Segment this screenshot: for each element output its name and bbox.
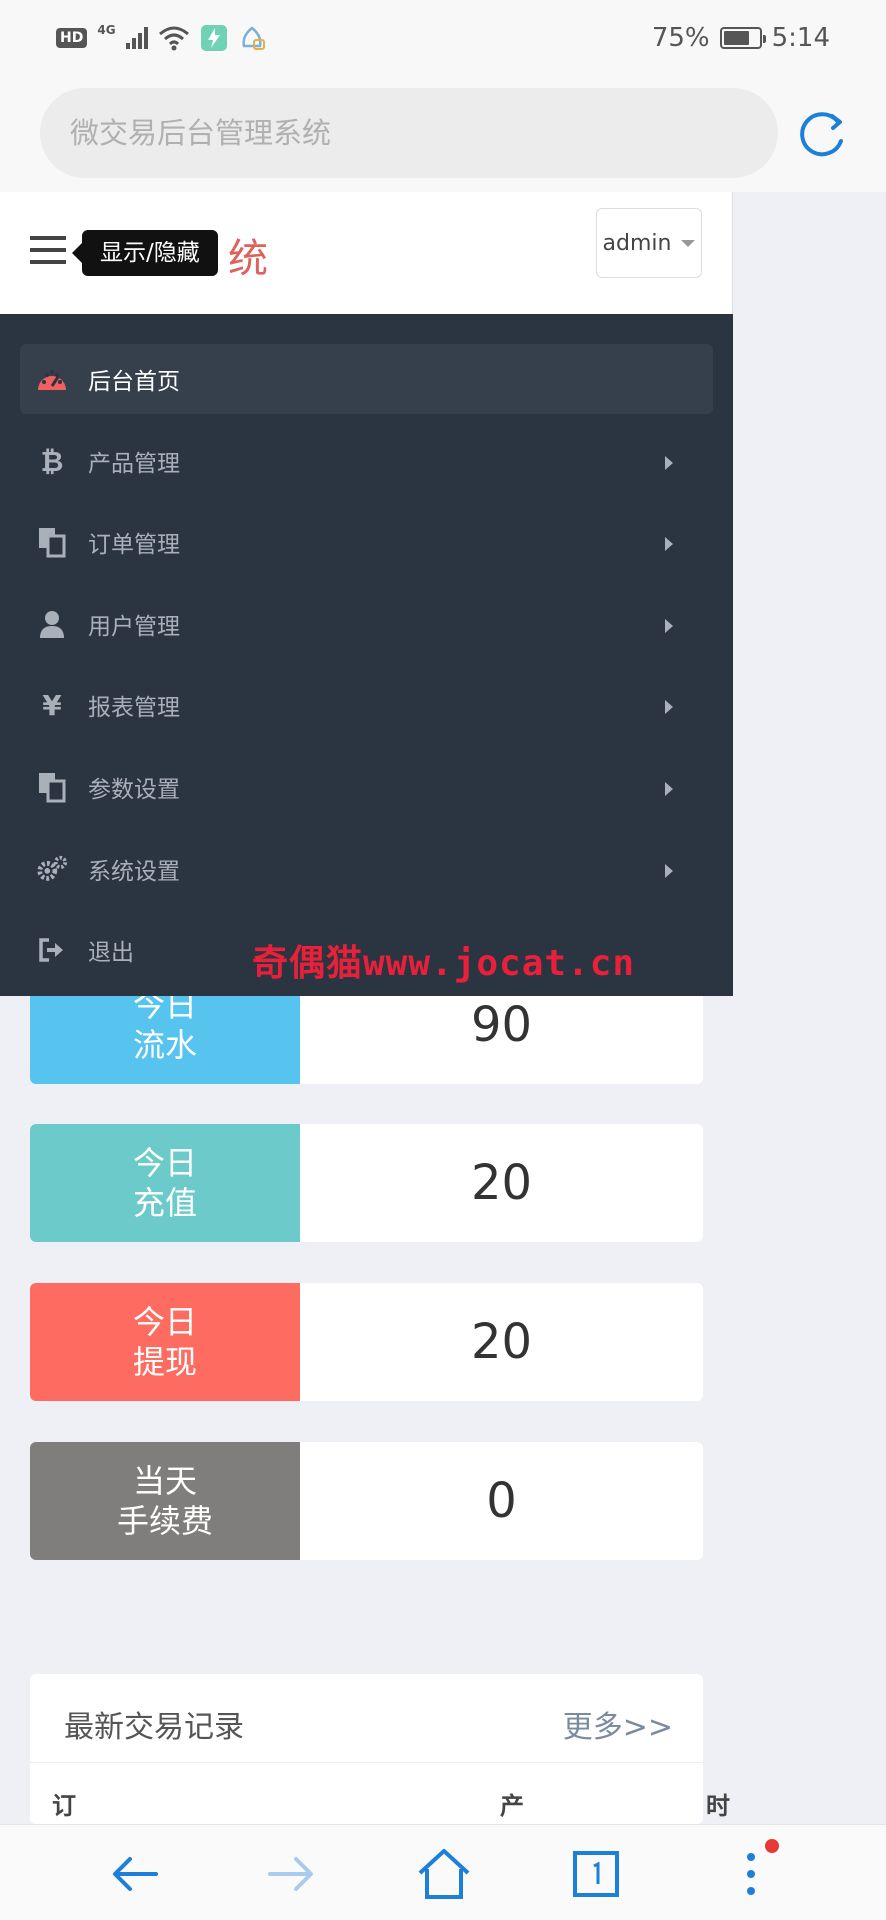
sidebar-item-system[interactable]: 系统设置 <box>20 834 713 904</box>
battery-fill <box>723 31 750 45</box>
sidebar-item-reports[interactable]: ¥ 报表管理 <box>20 670 713 740</box>
toggle-tooltip: 显示/隐藏 <box>72 230 218 276</box>
recent-transactions-panel: 最新交易记录 更多>> 订 产 <box>30 1674 703 1824</box>
sidebar-item-label: 退出 <box>88 940 134 966</box>
bitcoin-icon: ₿ <box>40 444 64 478</box>
caret-right-icon <box>665 864 673 878</box>
sidebar-item-label: 后台首页 <box>88 369 180 395</box>
charging-icon <box>200 25 227 51</box>
address-input[interactable] <box>40 88 778 178</box>
watermark-text: 奇偶猫www.jocat.cn <box>252 943 636 984</box>
back-arrow-icon[interactable] <box>108 1847 162 1901</box>
user-icon <box>36 608 68 640</box>
browser-toolbar <box>0 76 886 192</box>
more-link[interactable]: 更多>> <box>563 1702 673 1746</box>
status-right: 75% 5:14 <box>652 23 830 53</box>
dashboard-icon <box>36 363 68 395</box>
network-type: 4G <box>97 23 116 37</box>
battery-icon <box>719 27 766 49</box>
caret-right-icon <box>665 456 673 470</box>
copy-icon <box>36 771 68 803</box>
sidebar-item-label: 报表管理 <box>88 695 180 721</box>
user-menu-label: admin <box>602 230 672 256</box>
stat-value: 0 <box>486 1473 517 1529</box>
sidebar-menu: 后台首页 ₿ 产品管理 订单管理 用户管理 ¥ 报表管理 参数设置 系统设置 退… <box>0 314 733 996</box>
caret-right-icon <box>665 700 673 714</box>
clock: 5:14 <box>771 23 830 53</box>
sign-out-icon <box>36 934 68 966</box>
panel-title: 最新交易记录 <box>64 1710 244 1745</box>
stat-label: 当天 手续费 <box>30 1442 300 1560</box>
brand-title: 统 <box>228 236 268 282</box>
forward-arrow-icon[interactable] <box>264 1847 318 1901</box>
column-header-product: 产 <box>500 1792 524 1820</box>
stat-label: 今日 充值 <box>30 1124 300 1242</box>
column-header-time: 时 <box>706 1792 730 1820</box>
yen-icon: ¥ <box>42 688 62 722</box>
caret-right-icon <box>665 619 673 633</box>
sidebar-item-label: 订单管理 <box>88 532 180 558</box>
sidebar-item-users[interactable]: 用户管理 <box>20 589 713 659</box>
stat-card-fee: 当天 手续费 0 <box>30 1442 703 1560</box>
stat-value: 20 <box>470 1155 533 1211</box>
hd-badge: HD <box>56 28 88 48</box>
sidebar-item-orders[interactable]: 订单管理 <box>20 507 713 577</box>
tabs-icon[interactable] <box>570 1847 624 1901</box>
sidebar-item-dashboard[interactable]: 后台首页 <box>20 344 713 414</box>
hamburger-menu-icon[interactable] <box>30 234 68 268</box>
copy-icon <box>36 526 68 558</box>
notification-dot <box>765 1839 779 1853</box>
more-options-icon[interactable] <box>724 1847 778 1901</box>
battery-percent: 75% <box>651 23 710 53</box>
divider <box>30 1762 703 1763</box>
column-header-order: 订 <box>52 1792 76 1820</box>
sidebar-item-label: 产品管理 <box>88 451 180 477</box>
sidebar-item-products[interactable]: ₿ 产品管理 <box>20 426 713 496</box>
caret-down-icon <box>681 239 696 247</box>
qq-icon <box>241 26 265 50</box>
gears-icon <box>36 853 68 885</box>
stat-card-recharge: 今日 充值 20 <box>30 1124 703 1242</box>
stat-card-withdraw: 今日 提现 20 <box>30 1283 703 1401</box>
sidebar-item-parameters[interactable]: 参数设置 <box>20 752 713 822</box>
status-left: HD 4G <box>56 23 266 52</box>
status-bar: HD 4G 75% 5:14 <box>0 0 886 76</box>
user-menu-button[interactable]: admin <box>596 208 702 278</box>
home-icon[interactable] <box>416 1847 472 1901</box>
stat-label: 今日 提现 <box>30 1283 300 1401</box>
caret-right-icon <box>665 537 673 551</box>
page-header: 统 显示/隐藏 admin <box>0 192 733 314</box>
sidebar-item-label: 参数设置 <box>88 777 180 803</box>
reload-icon[interactable] <box>794 108 848 162</box>
wifi-icon <box>158 26 189 51</box>
signal-icon <box>125 27 148 49</box>
sidebar-item-label: 系统设置 <box>88 859 180 885</box>
sidebar-item-label: 用户管理 <box>88 614 180 640</box>
caret-right-icon <box>665 782 673 796</box>
browser-bottom-nav <box>0 1824 886 1920</box>
stat-value: 20 <box>470 1314 533 1370</box>
